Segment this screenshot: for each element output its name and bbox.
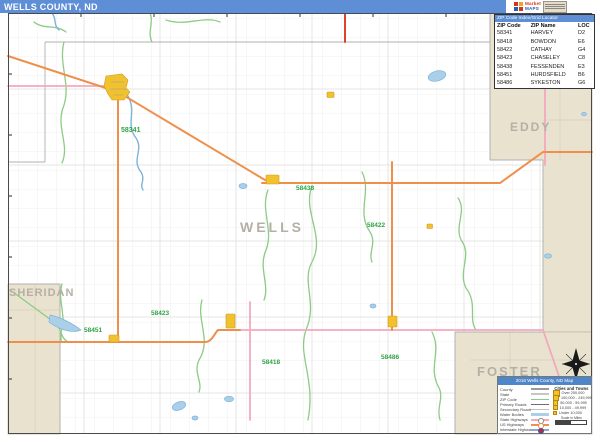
- scale-bar-graphic: [555, 420, 587, 425]
- zip-code: 58418: [495, 37, 529, 45]
- zip-table-row: 58418 BOWDON E6: [495, 37, 594, 45]
- col-zip-code: ZIP Code: [495, 22, 529, 29]
- us-highway-sample: [531, 424, 549, 426]
- primary-road-sample: [531, 404, 549, 405]
- zip-loc: C8: [576, 54, 594, 62]
- zip-loc: B6: [576, 71, 594, 79]
- zip-label-58438: 58438: [296, 185, 314, 192]
- wells-county-map-page: WELLS COUNTY, ND Market MAPS ZIP Code In…: [0, 0, 600, 442]
- zip-loc: E6: [576, 37, 594, 45]
- zip-name: HARVEY: [529, 29, 576, 37]
- legend: 2016 Wells County, ND Map County State Z…: [497, 376, 592, 434]
- zip-name: CHASELEY: [529, 54, 576, 62]
- col-loc: LOC: [576, 22, 594, 29]
- zip-table-header-row: ZIP Code ZIP Name LOC: [495, 22, 594, 29]
- zip-name: SYKESTON: [529, 79, 576, 87]
- zip-code: 58422: [495, 46, 529, 54]
- logo-icon: [514, 2, 523, 11]
- zip-table-row: 58422 CATHAY G4: [495, 46, 594, 54]
- zip-loc: G4: [576, 46, 594, 54]
- col-zip-name: ZIP Name: [529, 22, 576, 29]
- zip-name: HURDSFIELD: [529, 71, 576, 79]
- county-label-sheridan: SHERIDAN: [9, 287, 74, 299]
- marketmaps-logo: Market MAPS: [514, 0, 592, 13]
- title-bar: WELLS COUNTY, ND Market MAPS: [0, 0, 600, 13]
- zip-code: 58486: [495, 79, 529, 87]
- zip-index-table: ZIP Code Index/Grid Locator ZIP Code ZIP…: [494, 14, 595, 89]
- zip-label-58423: 58423: [151, 310, 169, 317]
- title-bar-blue: WELLS COUNTY, ND: [0, 0, 506, 13]
- zip-loc: D2: [576, 29, 594, 37]
- zip-table-row: 58451 HURDSFIELD B6: [495, 71, 594, 79]
- legend-symbols: County State ZIP Code Primary Roads Seco…: [498, 385, 551, 434]
- zip-name: CATHAY: [529, 46, 576, 54]
- zip-loc: G6: [576, 79, 594, 87]
- page-title: WELLS COUNTY, ND: [0, 2, 98, 12]
- city-square-icon: [553, 405, 558, 410]
- zip-line-sample: [531, 399, 549, 400]
- city-size-row: 10,000 - 49,999: [551, 405, 592, 410]
- county-label-wells: WELLS: [240, 219, 304, 235]
- zip-table-row: 58423 CHASELEY C8: [495, 54, 594, 62]
- legend-title: 2016 Wells County, ND Map: [498, 377, 591, 385]
- logo-brand-text: Market MAPS: [525, 2, 541, 11]
- scale-bar: Scale in Miles: [551, 416, 592, 425]
- zip-code: 58451: [495, 71, 529, 79]
- zip-code: 58341: [495, 29, 529, 37]
- legend-cities: Cities and Towns Over 250,000 100,000 - …: [551, 385, 593, 434]
- interstate-sample: [531, 429, 549, 431]
- zip-name: FESSENDEN: [529, 63, 576, 71]
- logo-brand-bottom: MAPS: [525, 7, 541, 12]
- water-sample: [531, 413, 549, 415]
- logo-fineprint: [543, 1, 567, 13]
- city-size-row: Under 10,000: [551, 410, 592, 415]
- zip-table-row: 58438 FESSENDEN E3: [495, 63, 594, 71]
- zip-label-58422: 58422: [367, 222, 385, 229]
- zip-code: 58423: [495, 54, 529, 62]
- zip-loc: E3: [576, 63, 594, 71]
- zip-table-row: 58486 SYKESTON G6: [495, 79, 594, 87]
- county-label-eddy: EDDY: [510, 120, 551, 134]
- zip-label-58451: 58451: [84, 327, 102, 334]
- zip-code: 58438: [495, 63, 529, 71]
- zip-label-58341: 58341: [121, 127, 140, 134]
- zip-label-58486: 58486: [381, 354, 399, 361]
- county-line-sample: [531, 388, 549, 389]
- zip-name: BOWDON: [529, 37, 576, 45]
- secondary-road-sample: [531, 409, 549, 410]
- zip-table-title: ZIP Code Index/Grid Locator: [495, 15, 594, 22]
- zip-table-row: 58341 HARVEY D2: [495, 29, 594, 37]
- state-line-sample: [531, 393, 549, 395]
- city-square-icon: [553, 411, 557, 415]
- zip-label-58418: 58418: [262, 359, 280, 366]
- state-highway-sample: [531, 419, 549, 421]
- legend-item: Interstate Highways: [500, 427, 549, 432]
